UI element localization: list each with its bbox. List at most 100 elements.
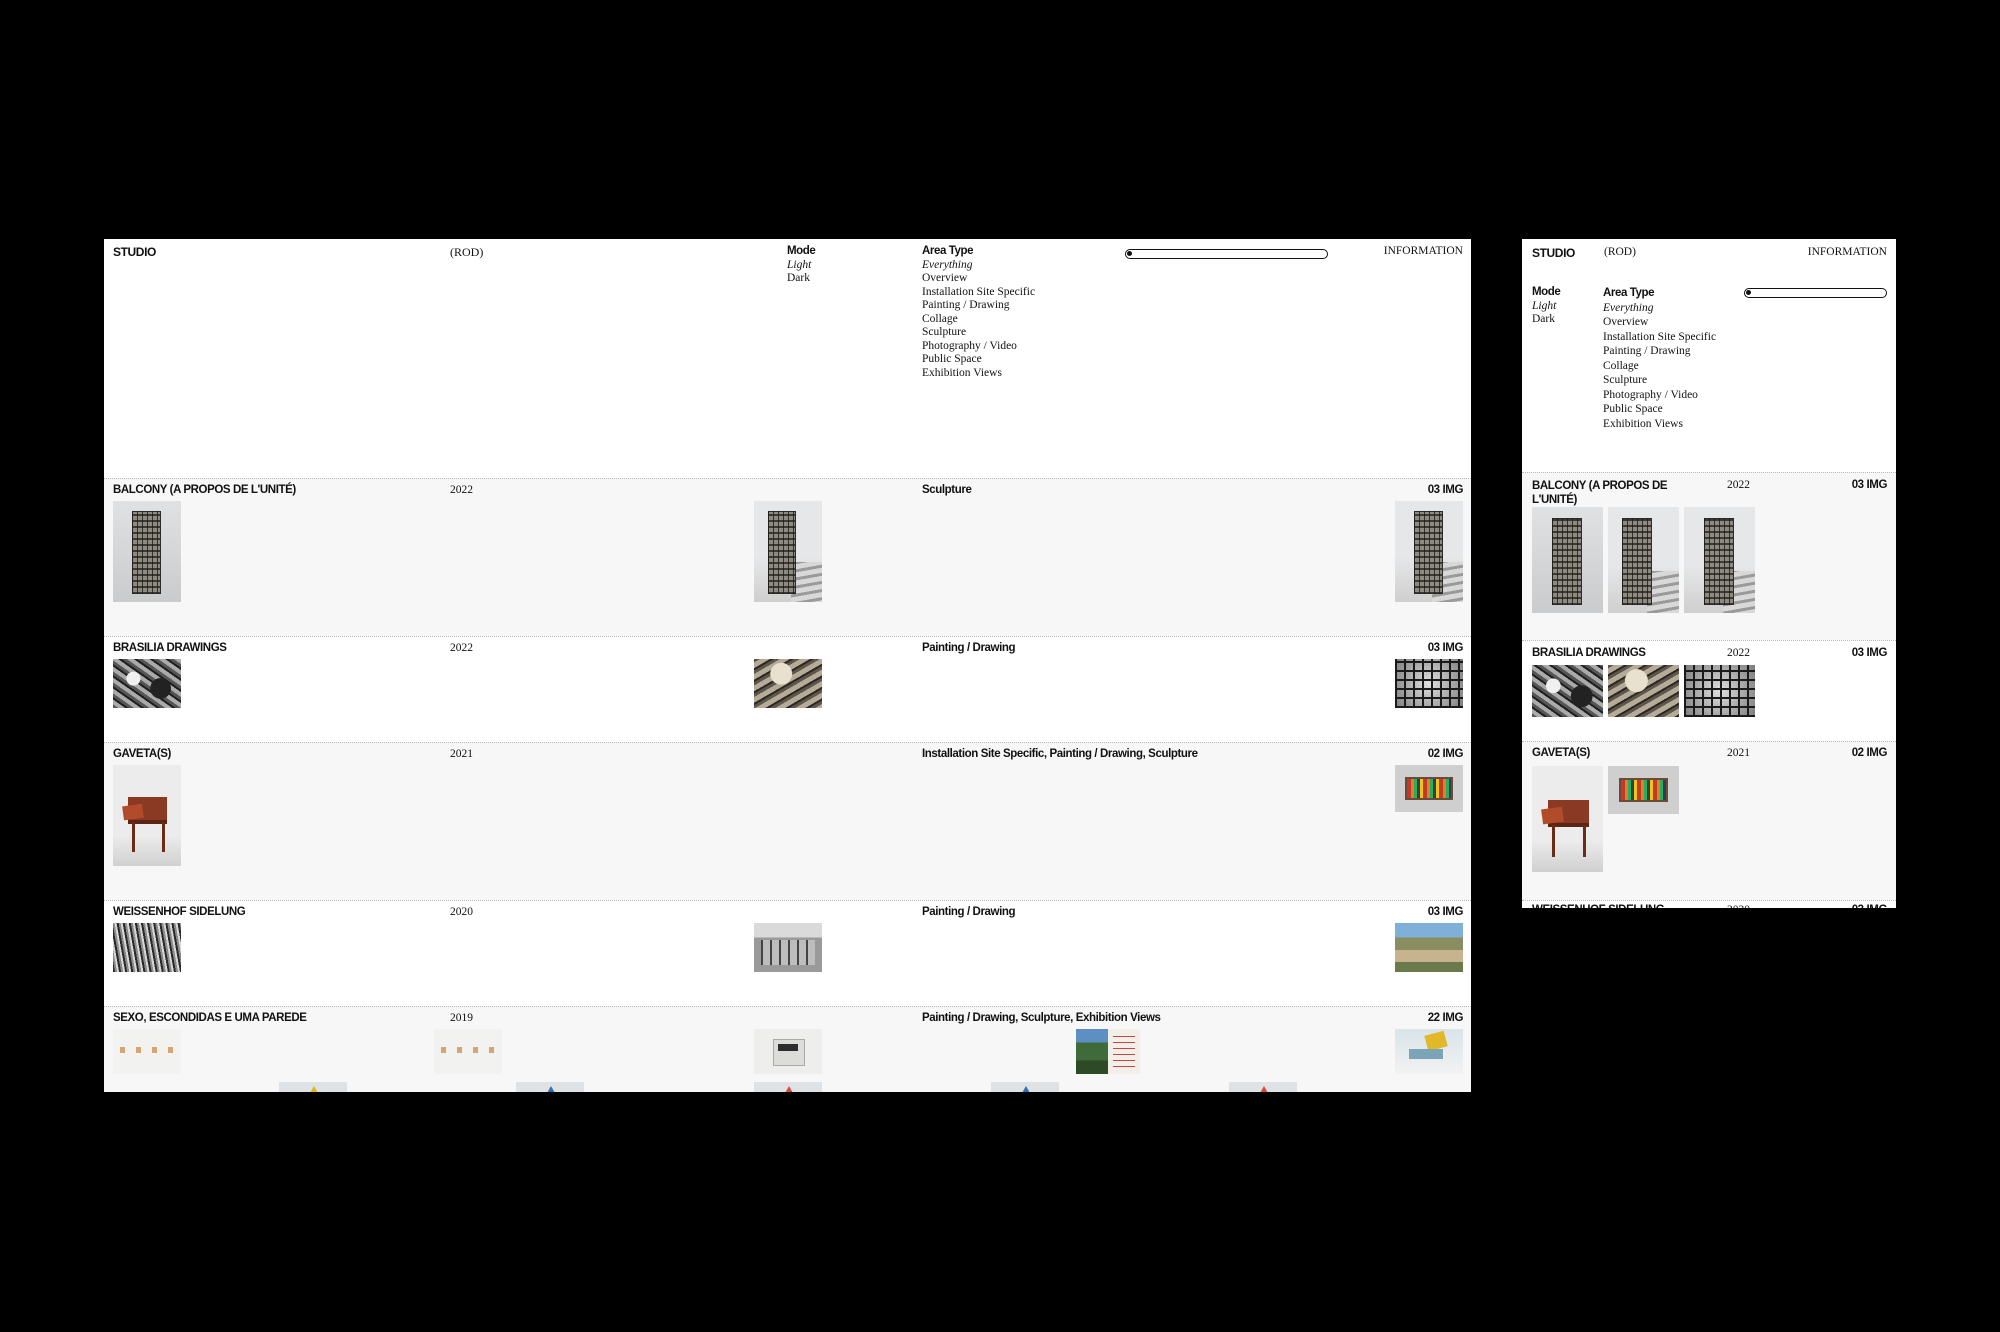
image-count: 03 IMG — [1427, 906, 1464, 918]
project-category: Installation Site Specific, Painting / D… — [922, 748, 1198, 760]
project-thumbnail[interactable] — [1395, 501, 1463, 602]
project-title[interactable]: WEISSENHOF SIDELUNG — [1532, 904, 1665, 908]
project-title[interactable]: BRASILIA DRAWINGS — [113, 642, 227, 656]
area-option-photography[interactable]: Photography / Video — [922, 340, 1035, 354]
project-row[interactable]: GAVETA(S) 2021 02 IMG — [1522, 741, 1896, 900]
project-thumbnail[interactable] — [1532, 665, 1603, 717]
project-year: 2022 — [450, 642, 473, 654]
area-option-painting[interactable]: Painting / Drawing — [1603, 344, 1716, 359]
range-slider[interactable] — [1744, 288, 1887, 298]
information-link[interactable]: INFORMATION — [1808, 246, 1887, 260]
project-thumbnail[interactable] — [1395, 659, 1463, 708]
project-category: Sculpture — [922, 484, 972, 496]
area-option-everything[interactable]: Everything — [1603, 301, 1716, 316]
mode-option-dark[interactable]: Dark — [1532, 313, 1560, 327]
image-count: 03 IMG — [1427, 484, 1464, 496]
area-option-public-space[interactable]: Public Space — [1603, 402, 1716, 417]
project-thumbnail[interactable] — [991, 1082, 1059, 1092]
project-year: 2021 — [1727, 747, 1750, 759]
area-option-installation[interactable]: Installation Site Specific — [1603, 330, 1716, 345]
project-title[interactable]: GAVETA(S) — [1532, 747, 1590, 761]
project-thumbnail[interactable] — [1076, 1029, 1108, 1074]
project-thumbnail[interactable] — [1684, 507, 1755, 613]
project-title[interactable]: BRASILIA DRAWINGS — [1532, 647, 1646, 661]
project-thumbnail[interactable] — [434, 1029, 502, 1074]
project-thumbnail[interactable] — [279, 1082, 347, 1092]
mode-option-light[interactable]: Light — [787, 259, 815, 273]
mode-option-light[interactable]: Light — [1532, 300, 1560, 314]
project-thumbnail[interactable] — [1608, 507, 1679, 613]
project-title[interactable]: BALCONY (A PROPOS DE L'UNITÉ) — [1532, 479, 1677, 507]
area-option-installation[interactable]: Installation Site Specific — [922, 286, 1035, 300]
project-year: 2022 — [1727, 647, 1750, 659]
project-thumbnail[interactable] — [1532, 766, 1603, 872]
area-option-collage[interactable]: Collage — [1603, 359, 1716, 374]
project-thumbnail[interactable] — [1108, 1029, 1140, 1074]
image-count: 03 IMG — [1851, 479, 1888, 491]
area-option-sculpture[interactable]: Sculpture — [922, 326, 1035, 340]
slider-handle[interactable] — [1127, 251, 1132, 256]
area-type-filter: Area Type Everything Overview Installati… — [1603, 286, 1716, 431]
area-option-photography[interactable]: Photography / Video — [1603, 388, 1716, 403]
project-row[interactable]: BALCONY (A PROPOS DE L'UNITÉ) 2022 Sculp… — [104, 478, 1471, 636]
area-option-sculpture[interactable]: Sculpture — [1603, 373, 1716, 388]
mode-option-dark[interactable]: Dark — [787, 272, 815, 286]
project-title[interactable]: GAVETA(S) — [113, 748, 171, 762]
artist-name: (ROD) — [450, 245, 484, 259]
project-thumbnail[interactable] — [1608, 766, 1679, 814]
project-row[interactable]: BALCONY (A PROPOS DE L'UNITÉ) 2022 03 IM… — [1522, 472, 1896, 640]
area-option-painting[interactable]: Painting / Drawing — [922, 299, 1035, 313]
area-type-label: Area Type — [1603, 287, 1655, 299]
project-thumbnail[interactable] — [1608, 665, 1679, 717]
image-count: 02 IMG — [1427, 748, 1464, 760]
project-title[interactable]: WEISSENHOF SIDELUNG — [113, 906, 246, 920]
project-row[interactable]: SEXO, ESCONDIDAS E UMA PAREDE 2019 Paint… — [104, 1006, 1471, 1092]
project-thumbnail[interactable] — [754, 1029, 822, 1074]
project-row[interactable]: BRASILIA DRAWINGS 2022 03 IMG — [1522, 640, 1896, 741]
area-option-overview[interactable]: Overview — [1603, 315, 1716, 330]
area-option-exhibition-views[interactable]: Exhibition Views — [922, 367, 1035, 381]
brand-logo[interactable]: STUDIO — [113, 245, 156, 259]
project-thumbnail[interactable] — [754, 659, 822, 708]
project-thumbnail[interactable] — [516, 1082, 584, 1092]
project-thumbnail[interactable] — [1684, 665, 1755, 717]
project-row[interactable]: BRASILIA DRAWINGS 2022 Painting / Drawin… — [104, 636, 1471, 742]
project-thumbnail[interactable] — [113, 501, 181, 602]
area-type-filter: Area Type Everything Overview Installati… — [922, 245, 1035, 380]
project-thumbnail[interactable] — [113, 659, 181, 708]
mode-filter: Mode Light Dark — [1532, 286, 1561, 327]
project-thumbnail[interactable] — [113, 1029, 181, 1074]
brand-logo[interactable]: STUDIO — [1532, 246, 1575, 260]
area-option-everything[interactable]: Everything — [922, 259, 1035, 273]
desktop-screen: STUDIO (ROD) Mode Light Dark Area Type E… — [104, 239, 1471, 1092]
project-thumbnail[interactable] — [113, 923, 181, 972]
project-year: 2020 — [450, 906, 473, 918]
mode-label: Mode — [1532, 286, 1561, 298]
project-thumbnail[interactable] — [1395, 923, 1463, 972]
project-thumbnail[interactable] — [1395, 765, 1463, 812]
area-option-overview[interactable]: Overview — [922, 272, 1035, 286]
slider-handle[interactable] — [1746, 290, 1751, 295]
image-count: 22 IMG — [1427, 1012, 1464, 1024]
project-title[interactable]: SEXO, ESCONDIDAS E UMA PAREDE — [113, 1012, 307, 1026]
image-count: 03 IMG — [1427, 642, 1464, 654]
project-thumbnail[interactable] — [113, 765, 181, 866]
area-type-label: Area Type — [922, 245, 974, 257]
project-thumbnail[interactable] — [754, 923, 822, 972]
project-thumbnail[interactable] — [754, 501, 822, 602]
project-thumbnail[interactable] — [1532, 507, 1603, 613]
project-year: 2019 — [450, 1012, 473, 1024]
range-slider[interactable] — [1125, 249, 1328, 259]
project-row[interactable]: GAVETA(S) 2021 Installation Site Specifi… — [104, 742, 1471, 900]
area-option-public-space[interactable]: Public Space — [922, 353, 1035, 367]
project-title[interactable]: BALCONY (A PROPOS DE L'UNITÉ) — [113, 484, 296, 498]
area-option-collage[interactable]: Collage — [922, 313, 1035, 327]
information-link[interactable]: INFORMATION — [1384, 245, 1463, 259]
artist-name: (ROD) — [1604, 246, 1636, 258]
area-option-exhibition-views[interactable]: Exhibition Views — [1603, 417, 1716, 432]
project-row[interactable]: WEISSENHOF SIDELUNG 2020 Painting / Draw… — [104, 900, 1471, 1006]
project-thumbnail[interactable] — [1229, 1082, 1297, 1092]
project-thumbnail[interactable] — [1395, 1029, 1463, 1074]
project-row[interactable]: WEISSENHOF SIDELUNG 2020 03 IMG — [1522, 900, 1896, 908]
project-thumbnail[interactable] — [754, 1082, 822, 1092]
